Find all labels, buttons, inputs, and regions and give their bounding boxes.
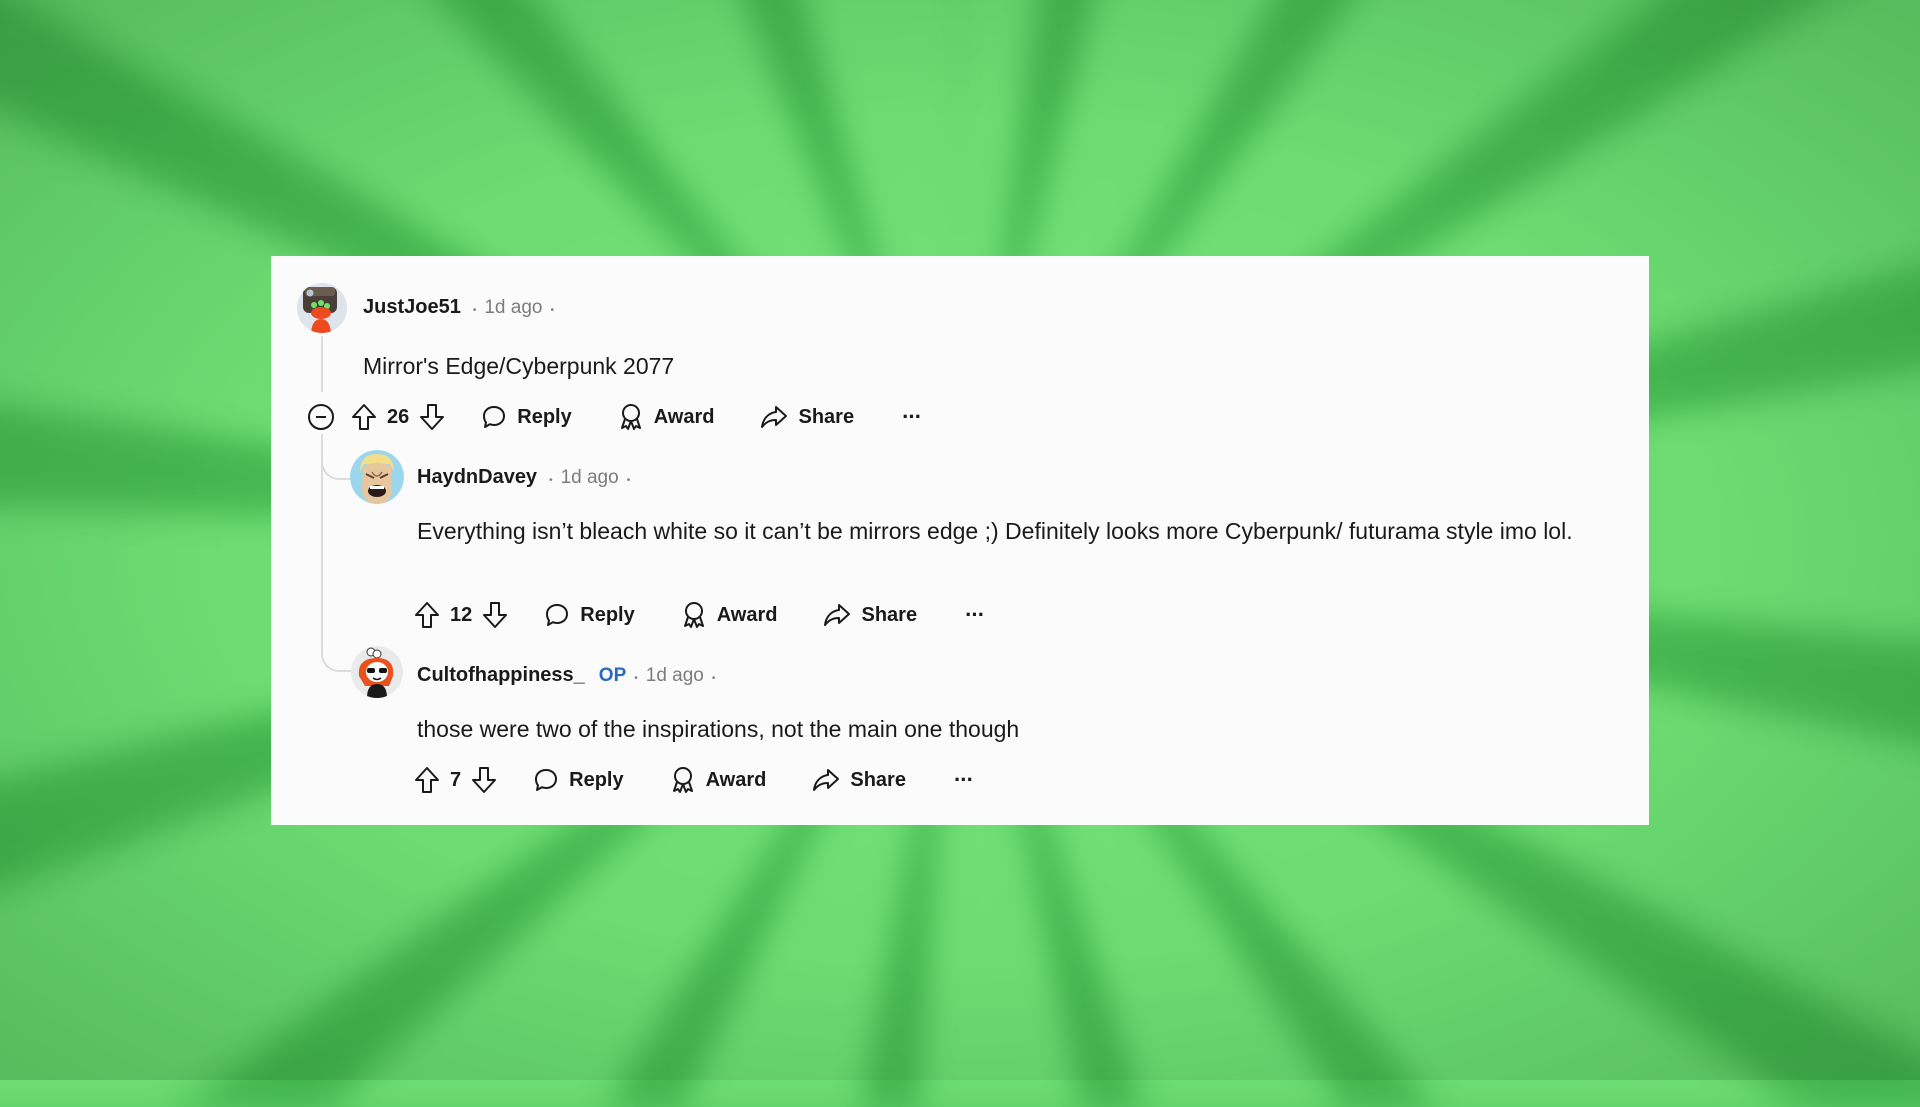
- timestamp[interactable]: 1d ago: [561, 467, 619, 489]
- award-ribbon-icon: [620, 404, 641, 430]
- award-button[interactable]: Award: [681, 601, 778, 629]
- comment-header: HaydnDavey • 1d ago •: [417, 466, 630, 489]
- award-ribbon-icon: [672, 767, 693, 793]
- red-hair-sunglasses-avatar-icon: [351, 646, 403, 698]
- timestamp[interactable]: 1d ago: [484, 297, 542, 319]
- upvote-arrow-icon: [415, 602, 439, 628]
- reply-button[interactable]: Reply: [533, 767, 624, 793]
- share-label: Share: [850, 768, 906, 791]
- downvote-arrow-icon: [472, 767, 497, 793]
- award-label: Award: [653, 405, 715, 428]
- upvote-arrow-icon: [352, 404, 376, 430]
- reply-button[interactable]: Reply: [481, 404, 572, 430]
- speech-bubble-icon: [546, 604, 569, 626]
- award-button[interactable]: Award: [670, 766, 767, 794]
- more-options-button[interactable]: ···: [965, 604, 985, 626]
- timestamp[interactable]: 1d ago: [646, 665, 704, 687]
- award-label: Award: [716, 603, 778, 626]
- thread-branch-curve-1: [321, 434, 353, 480]
- award-ribbon-icon: [683, 602, 704, 628]
- comment-actions: 7 Reply Award Share ···: [414, 763, 974, 797]
- share-button[interactable]: Share: [823, 602, 917, 628]
- avatar[interactable]: [350, 450, 404, 504]
- share-arrow-icon: [813, 769, 840, 791]
- reply-label: Reply: [569, 768, 624, 791]
- reply-button[interactable]: Reply: [544, 602, 635, 628]
- vote-score: 26: [387, 405, 410, 428]
- separator-dot: •: [472, 305, 477, 316]
- share-button[interactable]: Share: [812, 767, 906, 793]
- more-options-button[interactable]: ···: [954, 769, 974, 791]
- share-button[interactable]: Share: [760, 404, 854, 430]
- separator-dot: •: [711, 673, 716, 684]
- username[interactable]: JustJoe51: [363, 296, 461, 319]
- downvote-button[interactable]: [419, 403, 445, 431]
- downvote-arrow-icon: [483, 602, 508, 628]
- username[interactable]: HaydnDavey: [417, 466, 537, 489]
- reply-label: Reply: [580, 603, 635, 626]
- collapse-minus-icon: [308, 404, 334, 430]
- comment-header: JustJoe51 • 1d ago •: [363, 296, 554, 319]
- downvote-button[interactable]: [482, 601, 508, 629]
- upvote-button[interactable]: [414, 601, 440, 629]
- upvote-button[interactable]: [414, 766, 440, 794]
- vote-score: 7: [450, 768, 462, 791]
- comment-body: those were two of the inspirations, not …: [417, 716, 1020, 742]
- vote-score: 12: [450, 603, 473, 626]
- share-arrow-icon: [824, 604, 851, 626]
- robot-helmet-avatar-icon: [297, 283, 347, 333]
- username[interactable]: Cultofhappiness_: [417, 664, 585, 687]
- separator-dot: •: [626, 475, 631, 486]
- downvote-arrow-icon: [420, 404, 445, 430]
- downvote-button[interactable]: [471, 766, 497, 794]
- comment-thread-card: JustJoe51 • 1d ago • Mirror's Edge/Cyber…: [271, 256, 1649, 825]
- award-button[interactable]: Award: [618, 403, 715, 431]
- share-arrow-icon: [761, 406, 788, 428]
- reply-label: Reply: [517, 405, 572, 428]
- share-label: Share: [861, 603, 918, 626]
- upvote-button[interactable]: [351, 403, 377, 431]
- more-options-button[interactable]: ···: [902, 406, 922, 428]
- thread-line-top: [321, 336, 323, 392]
- speech-bubble-icon: [483, 406, 506, 428]
- avatar[interactable]: [297, 283, 347, 333]
- separator-dot: •: [550, 305, 554, 316]
- upvote-arrow-icon: [415, 767, 439, 793]
- avatar[interactable]: [351, 646, 403, 698]
- speech-bubble-icon: [535, 769, 558, 791]
- comment-actions: 12 Reply Award Share ···: [414, 598, 985, 632]
- comment-actions: 26 Reply Award Share ···: [307, 400, 922, 434]
- share-label: Share: [798, 405, 855, 428]
- collapse-thread-button[interactable]: [307, 403, 335, 431]
- comment-body: Mirror's Edge/Cyberpunk 2077: [363, 353, 675, 379]
- separator-dot: •: [549, 475, 553, 486]
- award-label: Award: [705, 768, 767, 791]
- comment-header: Cultofhappiness_ OP • 1d ago •: [417, 664, 715, 687]
- separator-dot: •: [634, 673, 638, 684]
- op-badge: OP: [598, 665, 627, 686]
- comment-body: Everything isn’t bleach white so it can’…: [417, 518, 1573, 544]
- angry-blonde-man-avatar-icon: [350, 450, 404, 504]
- thread-branch-curve-2: [321, 626, 353, 672]
